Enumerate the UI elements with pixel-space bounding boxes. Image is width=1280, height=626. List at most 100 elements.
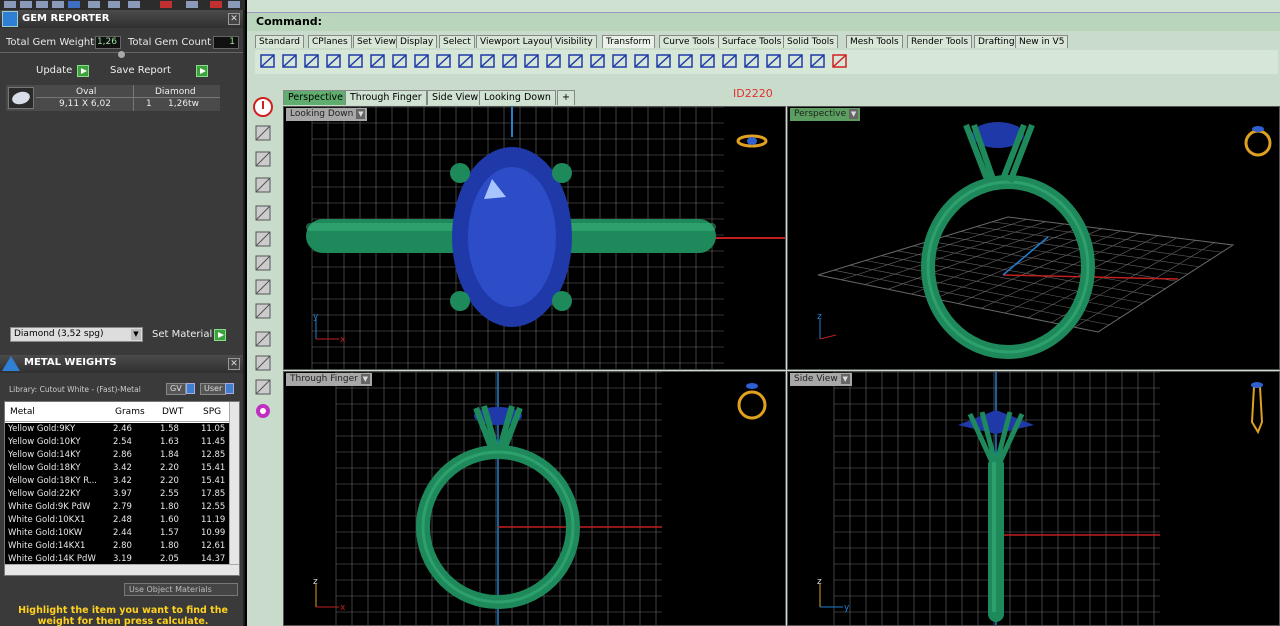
toolbar-tab[interactable]: Render Tools	[907, 35, 973, 48]
gear-icon[interactable]	[252, 400, 274, 422]
axis-icon[interactable]	[252, 174, 274, 196]
table-row[interactable]: Yellow Gold:18KY R... 3.42 2.20 15.41	[5, 475, 231, 488]
array-polar-icon[interactable]	[523, 52, 540, 70]
toolbar-tab[interactable]: Drafting	[974, 35, 1019, 48]
toolbar-tab[interactable]: Transform	[602, 35, 655, 48]
table-row[interactable]: White Gold:10KX1 2.48 1.60 11.19	[5, 514, 231, 527]
viewport-tab[interactable]: Side View	[427, 90, 484, 105]
sporph-icon[interactable]	[809, 52, 826, 70]
table-row[interactable]: Yellow Gold:10KY 2.54 1.63 11.45	[5, 436, 231, 449]
arrow-icon[interactable]	[831, 52, 848, 70]
set-pt-icon[interactable]	[787, 52, 804, 70]
box-icon[interactable]	[252, 300, 274, 322]
toolbar-tab[interactable]: Select	[439, 35, 475, 48]
move-icon[interactable]	[259, 52, 276, 70]
viewport-title[interactable]: Perspective ▼	[790, 108, 861, 121]
table-row[interactable]: White Gold:9K PdW 2.79 1.80 12.55	[5, 501, 231, 514]
twist-icon[interactable]	[413, 52, 430, 70]
close-icon[interactable]: ✕	[228, 13, 240, 25]
scale-icon[interactable]	[325, 52, 342, 70]
copy-icon[interactable]	[281, 52, 298, 70]
stretch-icon[interactable]	[677, 52, 694, 70]
toolbar-tab[interactable]: Solid Tools	[783, 35, 838, 48]
chevron-down-icon[interactable]: ▼	[131, 329, 141, 340]
viewport-perspective[interactable]: z Perspective ▼	[787, 106, 1280, 370]
app-icon[interactable]	[36, 1, 48, 8]
table-row[interactable]: Yellow Gold:22KY 3.97 2.55 17.85	[5, 488, 231, 501]
column-header[interactable]: SPG	[203, 407, 221, 417]
box-icon[interactable]	[252, 276, 274, 298]
pin-icon[interactable]	[252, 352, 274, 374]
smash-icon[interactable]	[567, 52, 584, 70]
column-header[interactable]: Grams	[115, 407, 145, 417]
viewport-tab[interactable]: Through Finger	[345, 90, 427, 105]
maelstrom-icon[interactable]	[699, 52, 716, 70]
cage-icon[interactable]	[589, 52, 606, 70]
flow-icon[interactable]	[479, 52, 496, 70]
toolbar-tab[interactable]: Viewport Layout	[476, 35, 558, 48]
user-button[interactable]	[225, 383, 234, 394]
app-icon[interactable]	[228, 1, 240, 8]
mirror-icon[interactable]	[347, 52, 364, 70]
rotate-icon[interactable]	[303, 52, 320, 70]
app-icon[interactable]	[4, 1, 16, 8]
table-row[interactable]: White Gold:14KX1 2.80 1.80 12.61	[5, 540, 231, 553]
move-cplane-icon[interactable]	[252, 202, 274, 224]
toolbar-tab[interactable]: New in V5	[1015, 35, 1069, 48]
box-icon[interactable]	[252, 252, 274, 274]
command-line[interactable]: Command:	[247, 13, 1280, 31]
perspective-icon[interactable]	[252, 122, 274, 144]
box-icon[interactable]	[252, 228, 274, 250]
update-button[interactable]	[77, 65, 89, 77]
viewport-title[interactable]: Looking Down ▼	[286, 108, 368, 121]
remap-icon[interactable]	[765, 52, 782, 70]
app-icon[interactable]	[68, 1, 80, 8]
set-material-button[interactable]	[214, 329, 226, 341]
add-viewport-icon[interactable]: +	[557, 90, 575, 105]
table-row[interactable]: Yellow Gold:14KY 2.86 1.84 12.85	[5, 449, 231, 462]
column-header[interactable]: Metal	[10, 407, 35, 417]
align-icon[interactable]	[501, 52, 518, 70]
app-icon[interactable]	[210, 1, 222, 8]
globe-icon[interactable]	[252, 148, 274, 170]
splitter-handle[interactable]	[118, 51, 125, 58]
taper-icon[interactable]	[457, 52, 474, 70]
bend-icon[interactable]	[435, 52, 452, 70]
column-header[interactable]: DWT	[162, 407, 183, 417]
use-object-materials-button[interactable]: Use Object Materials	[124, 583, 238, 596]
app-icon[interactable]	[88, 1, 100, 8]
material-icon[interactable]	[252, 376, 274, 398]
app-icon[interactable]	[20, 1, 32, 8]
viewport-side-view[interactable]: z y Side View ▼	[787, 371, 1280, 626]
close-icon[interactable]: ✕	[228, 358, 240, 370]
viewport-tab[interactable]: Looking Down	[479, 90, 556, 105]
flow-surface-icon[interactable]	[611, 52, 628, 70]
pull-icon[interactable]	[743, 52, 760, 70]
viewport-tab[interactable]: Perspective	[283, 90, 349, 105]
pencil-icon[interactable]	[252, 328, 274, 350]
toolbar-tab[interactable]: Curve Tools	[659, 35, 719, 48]
app-icon[interactable]	[108, 1, 120, 8]
horizontal-scrollbar[interactable]	[5, 564, 239, 575]
stop-icon[interactable]	[252, 96, 274, 118]
app-icon[interactable]	[186, 1, 198, 8]
gv-button[interactable]	[186, 383, 195, 394]
toolbar-tab[interactable]: Mesh Tools	[846, 35, 903, 48]
viewport-through-finger[interactable]: z x Through Finger ▼	[283, 371, 786, 626]
splop-icon[interactable]	[655, 52, 672, 70]
viewport-title[interactable]: Through Finger ▼	[286, 373, 372, 386]
viewport-title[interactable]: Side View ▼	[790, 373, 852, 386]
table-row[interactable]: Yellow Gold:18KY 3.42 2.20 15.41	[5, 462, 231, 475]
table-row[interactable]: White Gold:10KW 2.44 1.57 10.99	[5, 527, 231, 540]
material-select[interactable]: Diamond (3,52 spg) ▼	[10, 327, 143, 342]
project-icon[interactable]	[721, 52, 738, 70]
app-icon[interactable]	[52, 1, 64, 8]
save-report-button[interactable]	[196, 65, 208, 77]
orient-icon[interactable]	[391, 52, 408, 70]
toolbar-tab[interactable]: Standard	[255, 35, 304, 48]
viewport-looking-down[interactable]: y x Looking Down ▼	[283, 106, 786, 370]
vertical-scrollbar[interactable]	[229, 402, 239, 565]
toolbar-tab[interactable]: Visibility	[551, 35, 597, 48]
toolbar-tab[interactable]: CPlanes	[308, 35, 352, 48]
array-icon[interactable]	[369, 52, 386, 70]
